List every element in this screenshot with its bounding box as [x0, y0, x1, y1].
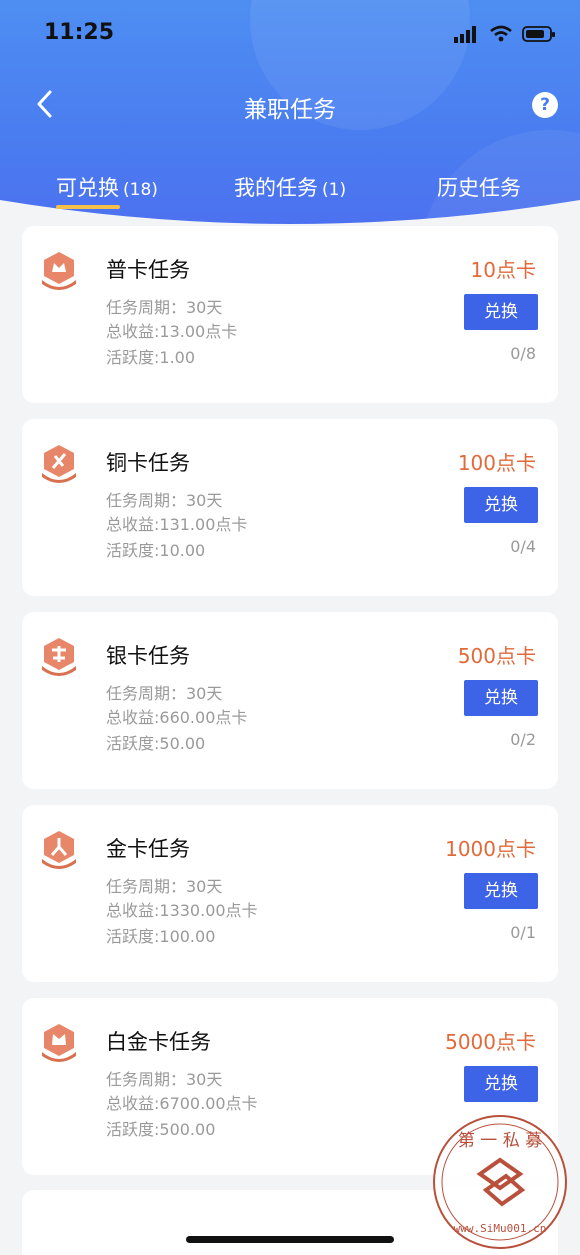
task-period: 任务周期：30天: [106, 298, 223, 317]
task-period: 任务周期：30天: [106, 877, 223, 896]
status-time: 11:25: [44, 20, 115, 45]
task-card[interactable]: 银卡任务 任务周期：30天 总收益:660.00点卡 活跃度:50.00 500…: [22, 612, 558, 789]
task-period: 任务周期：30天: [106, 491, 223, 510]
task-income: 总收益:131.00点卡: [106, 515, 248, 534]
task-price: 1000点卡: [445, 837, 536, 861]
task-progress: 0/4: [510, 537, 536, 556]
exchange-button[interactable]: 兑换: [464, 680, 538, 716]
task-progress: 0/2: [510, 730, 536, 749]
tab-count: (1): [322, 180, 347, 200]
battery-icon: [522, 26, 555, 42]
task-price: 10点卡: [470, 258, 536, 282]
tab-label: 我的任务: [234, 176, 318, 200]
active-tab-indicator: [56, 205, 120, 209]
exchange-button[interactable]: 兑换: [464, 487, 538, 523]
task-price: 100点卡: [457, 451, 536, 475]
task-income: 总收益:660.00点卡: [106, 708, 248, 727]
watermark-top-text: 第 一 私 募: [458, 1131, 542, 1151]
tab-label: 可兑换: [56, 176, 119, 200]
task-price: 500点卡: [457, 644, 536, 668]
tab-my-tasks[interactable]: 我的任务 (1): [234, 172, 346, 202]
exchange-button[interactable]: 兑换: [464, 294, 538, 330]
wifi-icon: [490, 25, 512, 42]
task-activity: 活跃度:500.00: [106, 1120, 216, 1139]
task-activity: 活跃度:50.00: [106, 734, 206, 753]
status-icons: [454, 22, 556, 46]
exchange-button[interactable]: 兑换: [464, 873, 538, 909]
task-income: 总收益:1330.00点卡: [106, 901, 258, 920]
copper-card-badge-icon: [42, 445, 76, 483]
task-title: 普卡任务: [106, 258, 190, 282]
task-card[interactable]: 金卡任务 任务周期：30天 总收益:1330.00点卡 活跃度:100.00 1…: [22, 805, 558, 982]
status-bar: 11:25: [0, 0, 580, 70]
exchange-button[interactable]: 兑换: [464, 1066, 538, 1102]
tab-label: 历史任务: [437, 176, 521, 200]
task-price: 5000点卡: [445, 1030, 536, 1054]
task-title: 铜卡任务: [106, 451, 190, 475]
task-title: 银卡任务: [106, 644, 190, 668]
task-period: 任务周期：30天: [106, 1070, 223, 1089]
task-progress: 0/8: [510, 344, 536, 363]
home-indicator: [186, 1236, 394, 1243]
silver-card-badge-icon: [42, 638, 76, 676]
help-icon[interactable]: ?: [532, 92, 558, 118]
task-card[interactable]: 普卡任务 任务周期：30天 总收益:13.00点卡 活跃度:1.00 10点卡 …: [22, 226, 558, 403]
watermark-seal: 第 一 私 募 www.SiMu001.cn: [433, 1115, 567, 1249]
tab-count: (18): [123, 180, 158, 200]
normal-card-badge-icon: [42, 252, 76, 290]
tab-exchangeable[interactable]: 可兑换 (18): [56, 172, 158, 202]
page-title: 兼职任务: [244, 97, 336, 123]
task-progress: 0/1: [510, 923, 536, 942]
task-activity: 活跃度:100.00: [106, 927, 216, 946]
task-activity: 活跃度:1.00: [106, 348, 196, 367]
task-title: 白金卡任务: [106, 1030, 211, 1054]
tab-history[interactable]: 历史任务: [437, 172, 521, 202]
task-activity: 活跃度:10.00: [106, 541, 206, 560]
platinum-card-badge-icon: [42, 1024, 76, 1062]
task-period: 任务周期：30天: [106, 684, 223, 703]
task-income: 总收益:6700.00点卡: [106, 1094, 258, 1113]
task-card[interactable]: 铜卡任务 任务周期：30天 总收益:131.00点卡 活跃度:10.00 100…: [22, 419, 558, 596]
gold-card-badge-icon: [42, 831, 76, 869]
watermark-bottom-text: www.SiMu001.cn: [454, 1222, 547, 1235]
navbar: 兼职任务 ?: [0, 80, 580, 130]
task-title: 金卡任务: [106, 837, 190, 861]
signal-icon: [454, 26, 476, 43]
tab-bar: 可兑换 (18) 我的任务 (1) 历史任务: [0, 172, 580, 212]
task-income: 总收益:13.00点卡: [106, 322, 238, 341]
